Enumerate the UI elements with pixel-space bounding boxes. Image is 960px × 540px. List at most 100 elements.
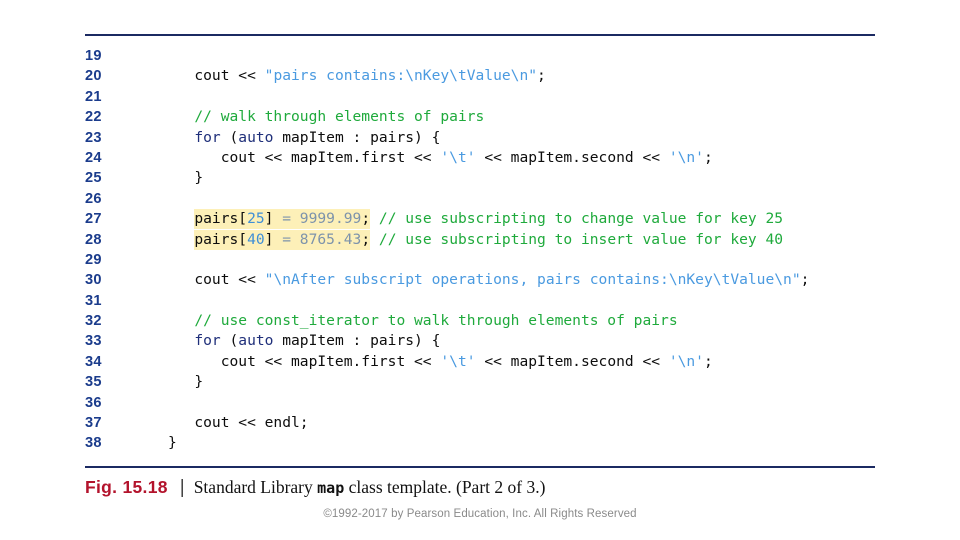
code-line: 24 cout << mapItem.first << '\t' << mapI…: [85, 148, 885, 168]
highlighted-token: 25: [247, 209, 265, 230]
code-token: ;: [800, 271, 810, 289]
code-token: mapItem : pairs) {: [273, 128, 441, 146]
highlighted-token: ]: [264, 209, 283, 230]
code-text: cout << "pairs contains:\nKey\tValue\n";: [168, 66, 546, 86]
code-text: pairs[25] = 9999.99; // use subscripting…: [168, 209, 783, 230]
code-line: 19: [85, 46, 885, 66]
bottom-divider-rule: [85, 466, 875, 468]
code-token: '\n': [668, 148, 704, 166]
line-number: 19: [85, 48, 102, 64]
line-number: 21: [85, 88, 102, 105]
code-text: // walk through elements of pairs: [168, 107, 484, 127]
line-number: 23: [85, 129, 102, 146]
code-text: }: [168, 433, 177, 453]
code-text: }: [168, 168, 203, 188]
code-text: cout << mapItem.first << '\t' << mapItem…: [168, 148, 713, 168]
line-number: 33: [85, 333, 102, 350]
code-token: }: [168, 373, 204, 391]
line-number: 30: [85, 272, 102, 289]
line-number: 34: [85, 353, 102, 370]
code-token: ;: [703, 148, 713, 166]
code-text: cout << mapItem.first << '\t' << mapItem…: [168, 352, 713, 372]
line-number: 38: [85, 435, 102, 452]
code-token: << mapItem.second <<: [475, 148, 669, 166]
highlighted-token: ]: [264, 229, 283, 250]
code-line: 21: [85, 87, 885, 107]
line-number: 20: [85, 68, 102, 85]
code-token: cout << mapItem.first <<: [168, 352, 441, 370]
code-line: 27 pairs[25] = 9999.99; // use subscript…: [85, 209, 885, 230]
caption-code-term: map: [317, 479, 345, 497]
code-token: '\n': [668, 352, 704, 370]
code-line: 33 for (auto mapItem : pairs) {: [85, 331, 885, 351]
line-number: 25: [85, 170, 102, 187]
code-token: // walk through elements of pairs: [194, 108, 485, 126]
code-line: 32 // use const_iterator to walk through…: [85, 311, 885, 331]
code-token: "pairs contains:\nKey\tValue\n": [264, 67, 538, 85]
highlighted-token: ;: [361, 229, 371, 250]
code-line: 26: [85, 189, 885, 209]
highlighted-token: pairs[: [194, 229, 248, 250]
code-line: 22 // walk through elements of pairs: [85, 107, 885, 127]
code-line: 23 for (auto mapItem : pairs) {: [85, 128, 885, 148]
code-token: cout <<: [168, 67, 265, 85]
code-token: '\t': [440, 148, 476, 166]
code-line: 35 }: [85, 372, 885, 392]
line-number: 27: [85, 211, 102, 228]
line-number: 37: [85, 415, 102, 432]
line-number: 36: [85, 394, 102, 411]
code-listing: 19 20 cout << "pairs contains:\nKey\tValu…: [85, 46, 885, 454]
code-line: 29: [85, 250, 885, 270]
top-divider-rule: [85, 34, 875, 36]
code-line: 37 cout << endl;: [85, 413, 885, 433]
code-line: 31: [85, 291, 885, 311]
highlighted-token: 40: [247, 229, 265, 250]
code-line: 30 cout << "\nAfter subscript operations…: [85, 270, 885, 290]
code-token: cout << endl;: [168, 414, 309, 432]
code-token: // use const_iterator to walk through el…: [194, 312, 678, 330]
code-text: for (auto mapItem : pairs) {: [168, 331, 440, 351]
code-token: auto: [238, 332, 274, 350]
line-number: 22: [85, 109, 102, 126]
caption-text-after: class template. (Part 2 of 3.): [344, 477, 546, 497]
code-token: auto: [238, 128, 274, 146]
code-token: "\nAfter subscript operations, pairs con…: [264, 271, 801, 289]
line-number: 32: [85, 313, 102, 330]
code-text: for (auto mapItem : pairs) {: [168, 128, 440, 148]
code-token: << mapItem.second <<: [475, 352, 669, 370]
copyright-notice: ©1992-2017 by Pearson Education, Inc. Al…: [323, 508, 637, 520]
code-token: for: [194, 332, 221, 350]
figure-page: 19 20 cout << "pairs contains:\nKey\tValu…: [0, 0, 960, 540]
highlighted-token: = 8765.43: [282, 229, 362, 250]
line-number: 28: [85, 231, 102, 248]
code-line: 34 cout << mapItem.first << '\t' << mapI…: [85, 352, 885, 372]
code-line: 28 pairs[40] = 8765.43; // use subscript…: [85, 229, 885, 250]
code-token: }: [168, 169, 204, 187]
code-text: cout << endl;: [168, 413, 309, 433]
code-line: 38}: [85, 433, 885, 453]
code-token: ;: [537, 67, 546, 85]
code-token: }: [168, 434, 177, 452]
code-token: for: [194, 128, 221, 146]
highlighted-token: pairs[: [194, 209, 248, 230]
code-line: 20 cout << "pairs contains:\nKey\tValue\…: [85, 66, 885, 86]
figure-number: Fig. 15.18: [85, 477, 168, 497]
code-token: cout << mapItem.first <<: [168, 148, 441, 166]
highlighted-token: = 9999.99: [282, 209, 362, 230]
line-number: 24: [85, 149, 102, 166]
code-token: (: [220, 128, 239, 146]
highlighted-token: ;: [361, 209, 371, 230]
code-text: pairs[40] = 8765.43; // use subscripting…: [168, 229, 783, 250]
caption-text-before: Standard Library: [193, 477, 318, 497]
line-number: 35: [85, 374, 102, 391]
code-token: (: [220, 332, 239, 350]
code-token: ;: [703, 352, 713, 370]
line-number: 26: [85, 190, 102, 207]
